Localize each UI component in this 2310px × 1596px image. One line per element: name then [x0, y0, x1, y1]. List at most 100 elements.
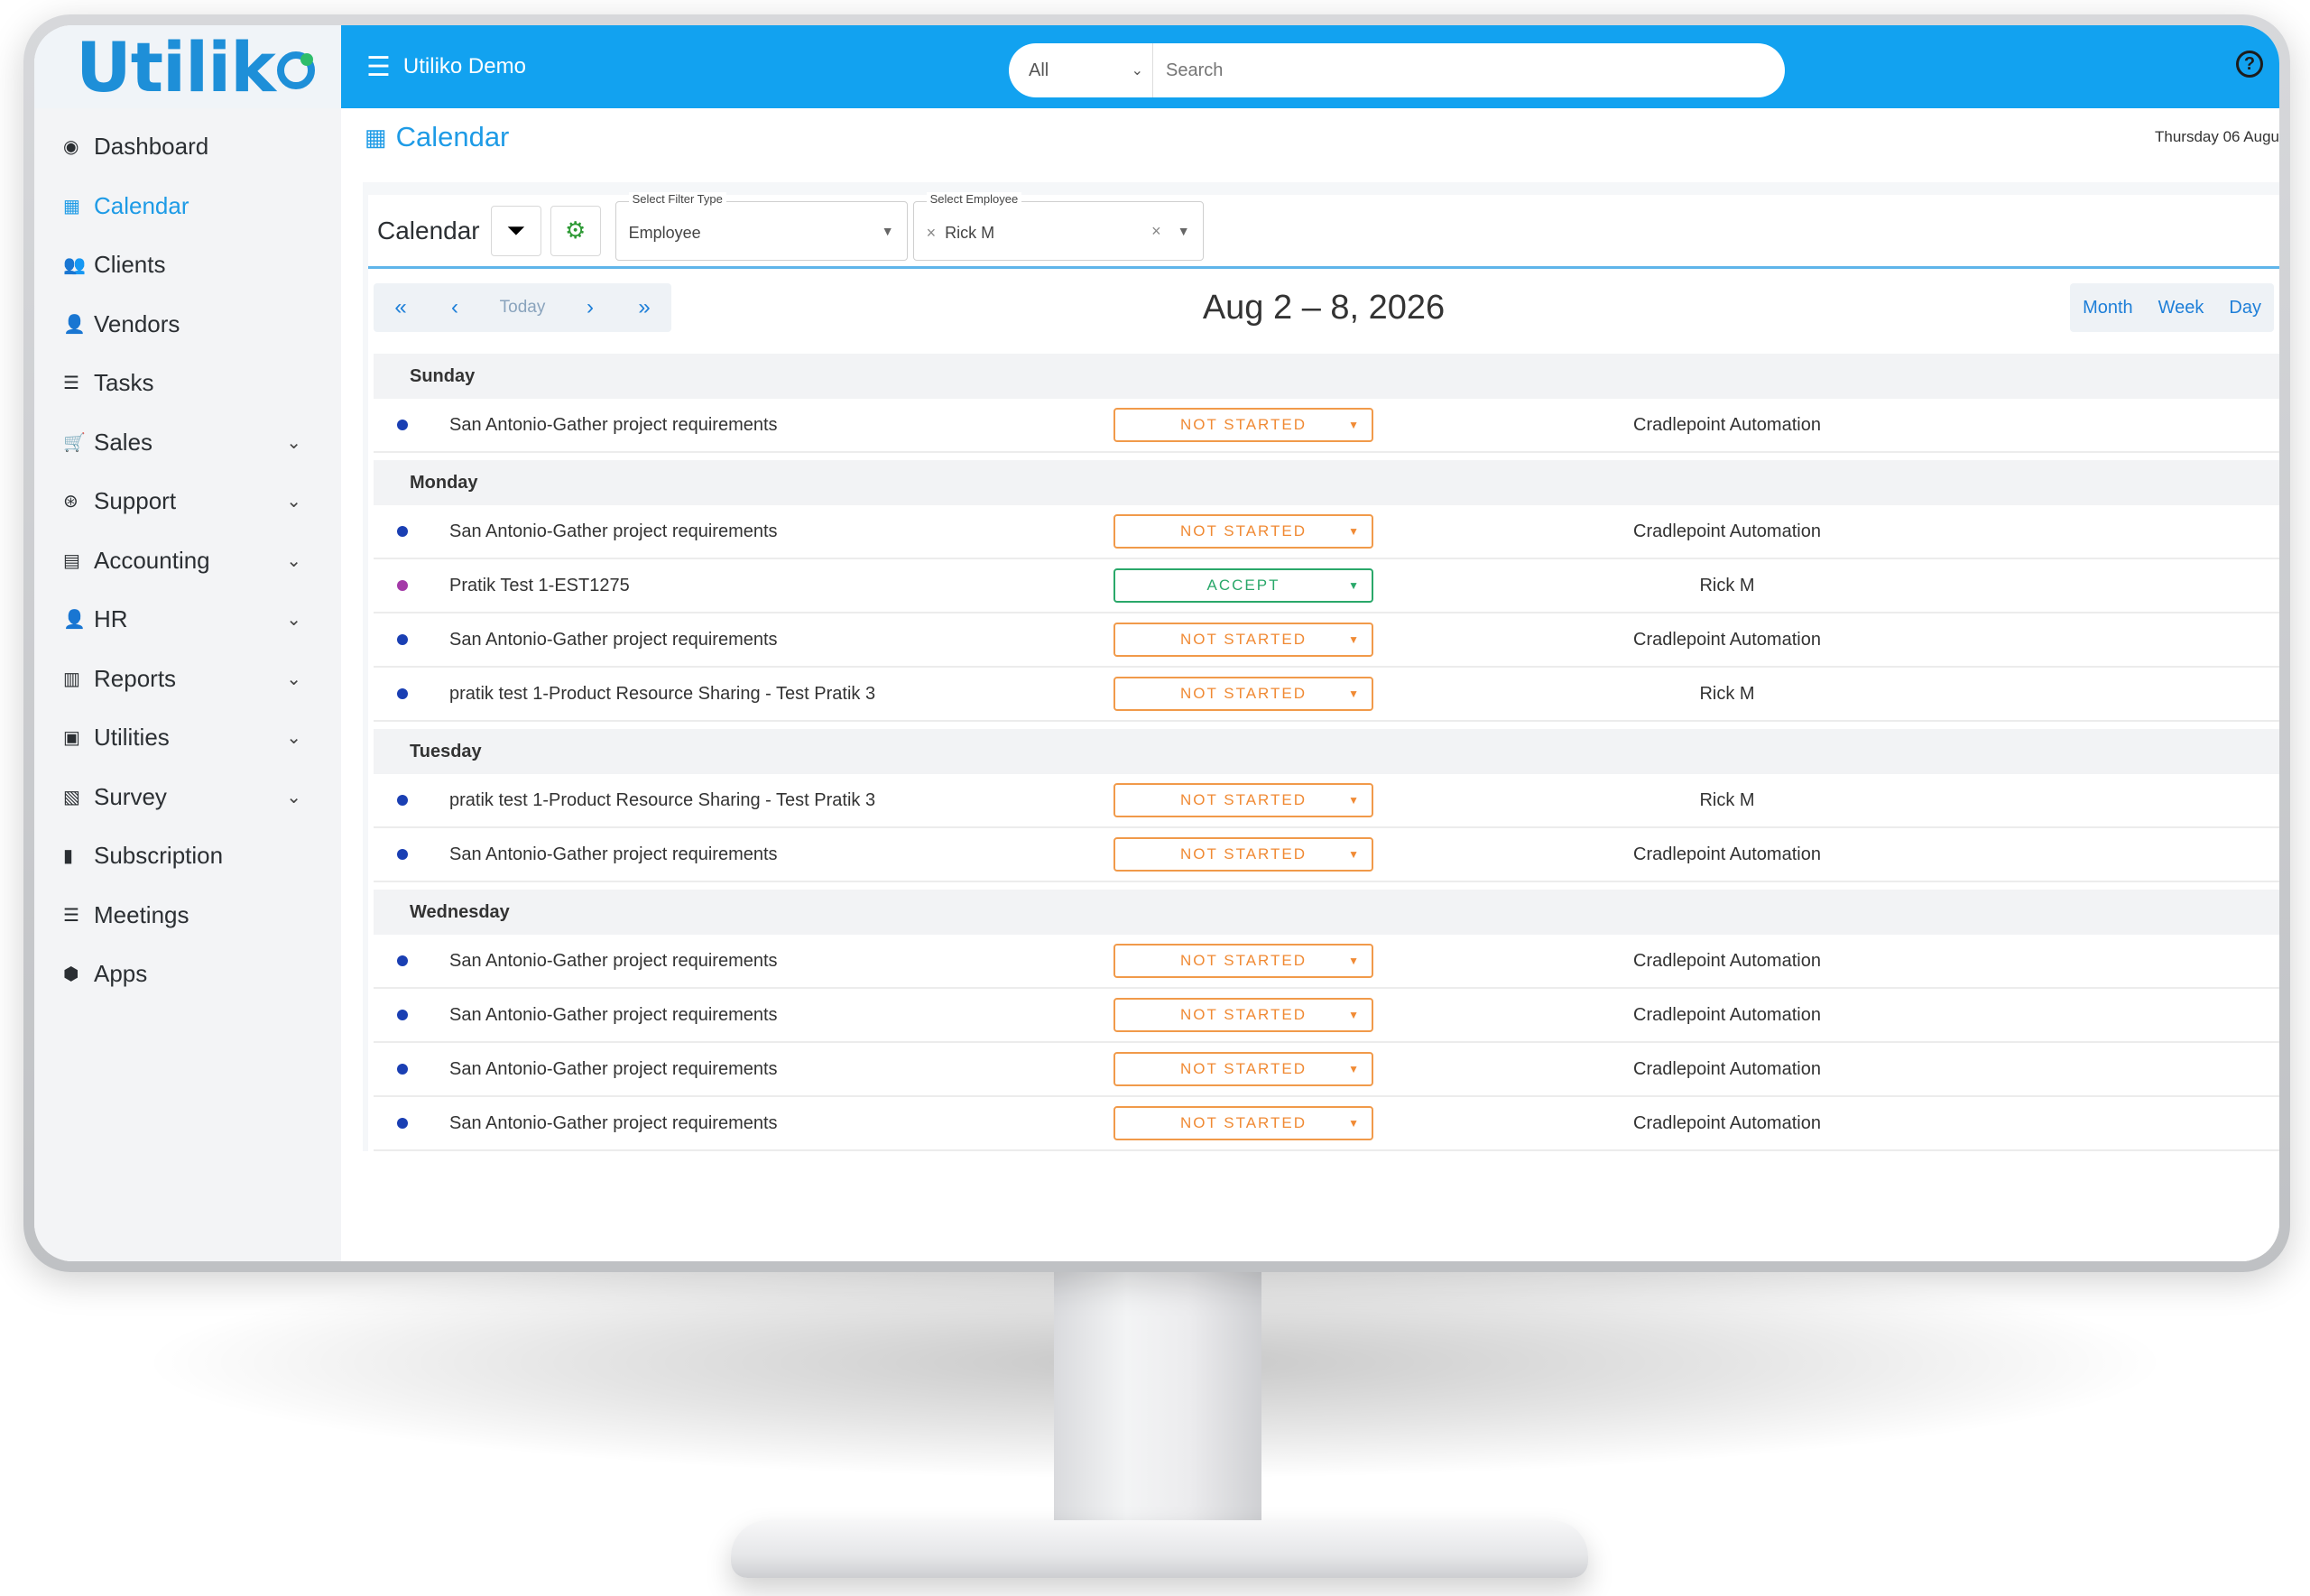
- event-row[interactable]: pratik test 1-Product Resource Sharing -…: [374, 668, 2279, 722]
- filter-type-select[interactable]: Select Filter Type Employee ▼: [614, 191, 908, 261]
- status-dropdown[interactable]: NOT STARTED ▼: [1113, 623, 1373, 657]
- event-dot-icon: [397, 420, 408, 430]
- event-title[interactable]: pratik test 1-Product Resource Sharing -…: [449, 790, 875, 811]
- sidebar-item-subscription[interactable]: ▮ Subscription: [34, 826, 341, 886]
- monitor-stand-neck: [1054, 1263, 1261, 1561]
- top-bar: ☰ Utiliko Demo All ⌄ ?: [341, 25, 2279, 108]
- event-row[interactable]: San Antonio-Gather project requirements N…: [374, 828, 2279, 882]
- sidebar-item-vendors[interactable]: 👤 Vendors: [34, 295, 341, 355]
- event-title[interactable]: San Antonio-Gather project requirements: [449, 844, 778, 865]
- day-view-button[interactable]: Day: [2216, 283, 2274, 332]
- event-row[interactable]: Pratik Test 1-EST1275 ACCEPT ▼ Rick M: [374, 559, 2279, 613]
- menu-icon[interactable]: ☰: [366, 51, 391, 83]
- event-row[interactable]: San Antonio-Gather project requirements N…: [374, 989, 2279, 1043]
- status-dropdown[interactable]: NOT STARTED ▼: [1113, 837, 1373, 872]
- event-title[interactable]: San Antonio-Gather project requirements: [449, 415, 778, 436]
- status-dropdown[interactable]: NOT STARTED ▼: [1113, 944, 1373, 978]
- event-title[interactable]: San Antonio-Gather project requirements: [449, 1005, 778, 1026]
- status-dropdown[interactable]: NOT STARTED ▼: [1113, 1052, 1373, 1086]
- logo-text: Utilik: [76, 26, 276, 107]
- event-row[interactable]: pratik test 1-Product Resource Sharing -…: [374, 774, 2279, 828]
- event-row[interactable]: San Antonio-Gather project requirements N…: [374, 399, 2279, 453]
- month-view-button[interactable]: Month: [2070, 283, 2146, 332]
- event-row[interactable]: San Antonio-Gather project requirements N…: [374, 935, 2279, 989]
- next-year-button[interactable]: »: [617, 283, 671, 332]
- remove-tag-icon[interactable]: ×: [927, 224, 937, 242]
- monitor-mockup: Utilik ◉ Dashboard ▦ Calendar 👥 Clients 👤 Vendo…: [0, 0, 2310, 1596]
- filter-button[interactable]: ⏷: [490, 205, 541, 256]
- sidebar-item-meetings[interactable]: ☰ Meetings: [34, 886, 341, 946]
- today-button[interactable]: Today: [482, 283, 563, 332]
- status-dropdown[interactable]: ACCEPT ▼: [1113, 568, 1373, 603]
- sidebar-item-sales[interactable]: 🛒 Sales ⌄: [34, 413, 341, 473]
- chevron-down-icon: ⌄: [286, 728, 301, 749]
- event-assignee: Cradlepoint Automation: [1633, 521, 1821, 541]
- help-icon[interactable]: ?: [2236, 51, 2263, 78]
- event-row[interactable]: San Antonio-Gather project requirements N…: [374, 1043, 2279, 1097]
- event-row[interactable]: San Antonio-Gather project requirements N…: [374, 1097, 2279, 1151]
- event-title[interactable]: San Antonio-Gather project requirements: [449, 1113, 778, 1134]
- chevron-down-icon: ⌄: [1131, 63, 1143, 78]
- chevron-down-icon: ⌄: [286, 787, 301, 807]
- status-dropdown[interactable]: NOT STARTED ▼: [1113, 677, 1373, 711]
- settings-button[interactable]: ⚙: [550, 205, 601, 256]
- server-icon: ☰: [63, 905, 79, 926]
- next-button[interactable]: ›: [563, 283, 617, 332]
- event-assignee: Cradlepoint Automation: [1633, 414, 1821, 435]
- sidebar-item-apps[interactable]: ⬢ Apps: [34, 945, 341, 1004]
- prev-year-button[interactable]: «: [374, 283, 428, 332]
- day-header-sunday: Sunday: [374, 346, 2279, 399]
- sidebar-item-label: Utilities: [94, 724, 170, 752]
- event-row[interactable]: San Antonio-Gather project requirements N…: [374, 613, 2279, 668]
- status-label: NOT STARTED: [1179, 791, 1307, 808]
- clear-icon[interactable]: ×: [1151, 222, 1161, 241]
- employee-tag-label: Rick M: [945, 223, 995, 242]
- status-label: NOT STARTED: [1179, 522, 1307, 540]
- user-icon: 👤: [63, 314, 86, 335]
- user-icon: 👤: [63, 610, 86, 631]
- event-title[interactable]: Pratik Test 1-EST1275: [449, 576, 630, 596]
- week-view-button[interactable]: Week: [2146, 283, 2217, 332]
- sidebar-item-utilities[interactable]: ▣ Utilities ⌄: [34, 708, 341, 768]
- sidebar-item-clients[interactable]: 👥 Clients: [34, 235, 341, 295]
- prev-button[interactable]: ‹: [428, 283, 482, 332]
- sidebar-item-dashboard[interactable]: ◉ Dashboard: [34, 117, 341, 177]
- sidebar-item-calendar[interactable]: ▦ Calendar: [34, 177, 341, 236]
- sidebar-item-reports[interactable]: ▥ Reports ⌄: [34, 650, 341, 709]
- utiliko-logo[interactable]: Utilik: [34, 25, 341, 108]
- monitor-stand-base: [731, 1520, 1588, 1578]
- employee-select[interactable]: Select Employee × Rick M × ▼: [912, 191, 1204, 261]
- sidebar-item-tasks[interactable]: ☰ Tasks: [34, 354, 341, 413]
- chevron-down-icon: ⌄: [286, 669, 301, 689]
- event-title[interactable]: San Antonio-Gather project requirements: [449, 1059, 778, 1080]
- event-title[interactable]: pratik test 1-Product Resource Sharing -…: [449, 684, 875, 705]
- workspace-name: Utiliko Demo: [402, 54, 526, 78]
- event-row[interactable]: San Antonio-Gather project requirements N…: [374, 505, 2279, 559]
- search-scope-select[interactable]: All ⌄: [1009, 43, 1153, 97]
- sidebar-item-accounting[interactable]: ▤ Accounting ⌄: [34, 531, 341, 591]
- event-title[interactable]: San Antonio-Gather project requirements: [449, 630, 778, 650]
- sidebar-item-label: Dashboard: [94, 133, 209, 161]
- sidebar-item-hr[interactable]: 👤 HR ⌄: [34, 590, 341, 650]
- status-dropdown[interactable]: NOT STARTED ▼: [1113, 998, 1373, 1032]
- date-navigation: « ‹ Today › »: [374, 283, 671, 332]
- sidebar-item-support[interactable]: ⊛ Support ⌄: [34, 472, 341, 531]
- cube-icon: ⬢: [63, 964, 79, 985]
- status-label: ACCEPT: [1206, 577, 1280, 594]
- event-dot-icon: [397, 849, 408, 860]
- status-label: NOT STARTED: [1179, 631, 1307, 648]
- sidebar-item-label: Sales: [94, 428, 153, 456]
- day-header-monday: Monday: [374, 453, 2279, 505]
- status-dropdown[interactable]: NOT STARTED ▼: [1113, 408, 1373, 442]
- event-title[interactable]: San Antonio-Gather project requirements: [449, 521, 778, 542]
- status-dropdown[interactable]: NOT STARTED ▼: [1113, 514, 1373, 549]
- current-date: Thursday 06 Augu: [2155, 128, 2279, 145]
- status-dropdown[interactable]: NOT STARTED ▼: [1113, 1106, 1373, 1140]
- search-input[interactable]: [1153, 43, 1785, 97]
- sidebar-item-survey[interactable]: ▧ Survey ⌄: [34, 768, 341, 827]
- dashboard-icon: ◉: [63, 137, 79, 158]
- event-title[interactable]: San Antonio-Gather project requirements: [449, 951, 778, 972]
- status-dropdown[interactable]: NOT STARTED ▼: [1113, 783, 1373, 817]
- survey-icon: ▧: [63, 787, 80, 807]
- event-dot-icon: [397, 526, 408, 537]
